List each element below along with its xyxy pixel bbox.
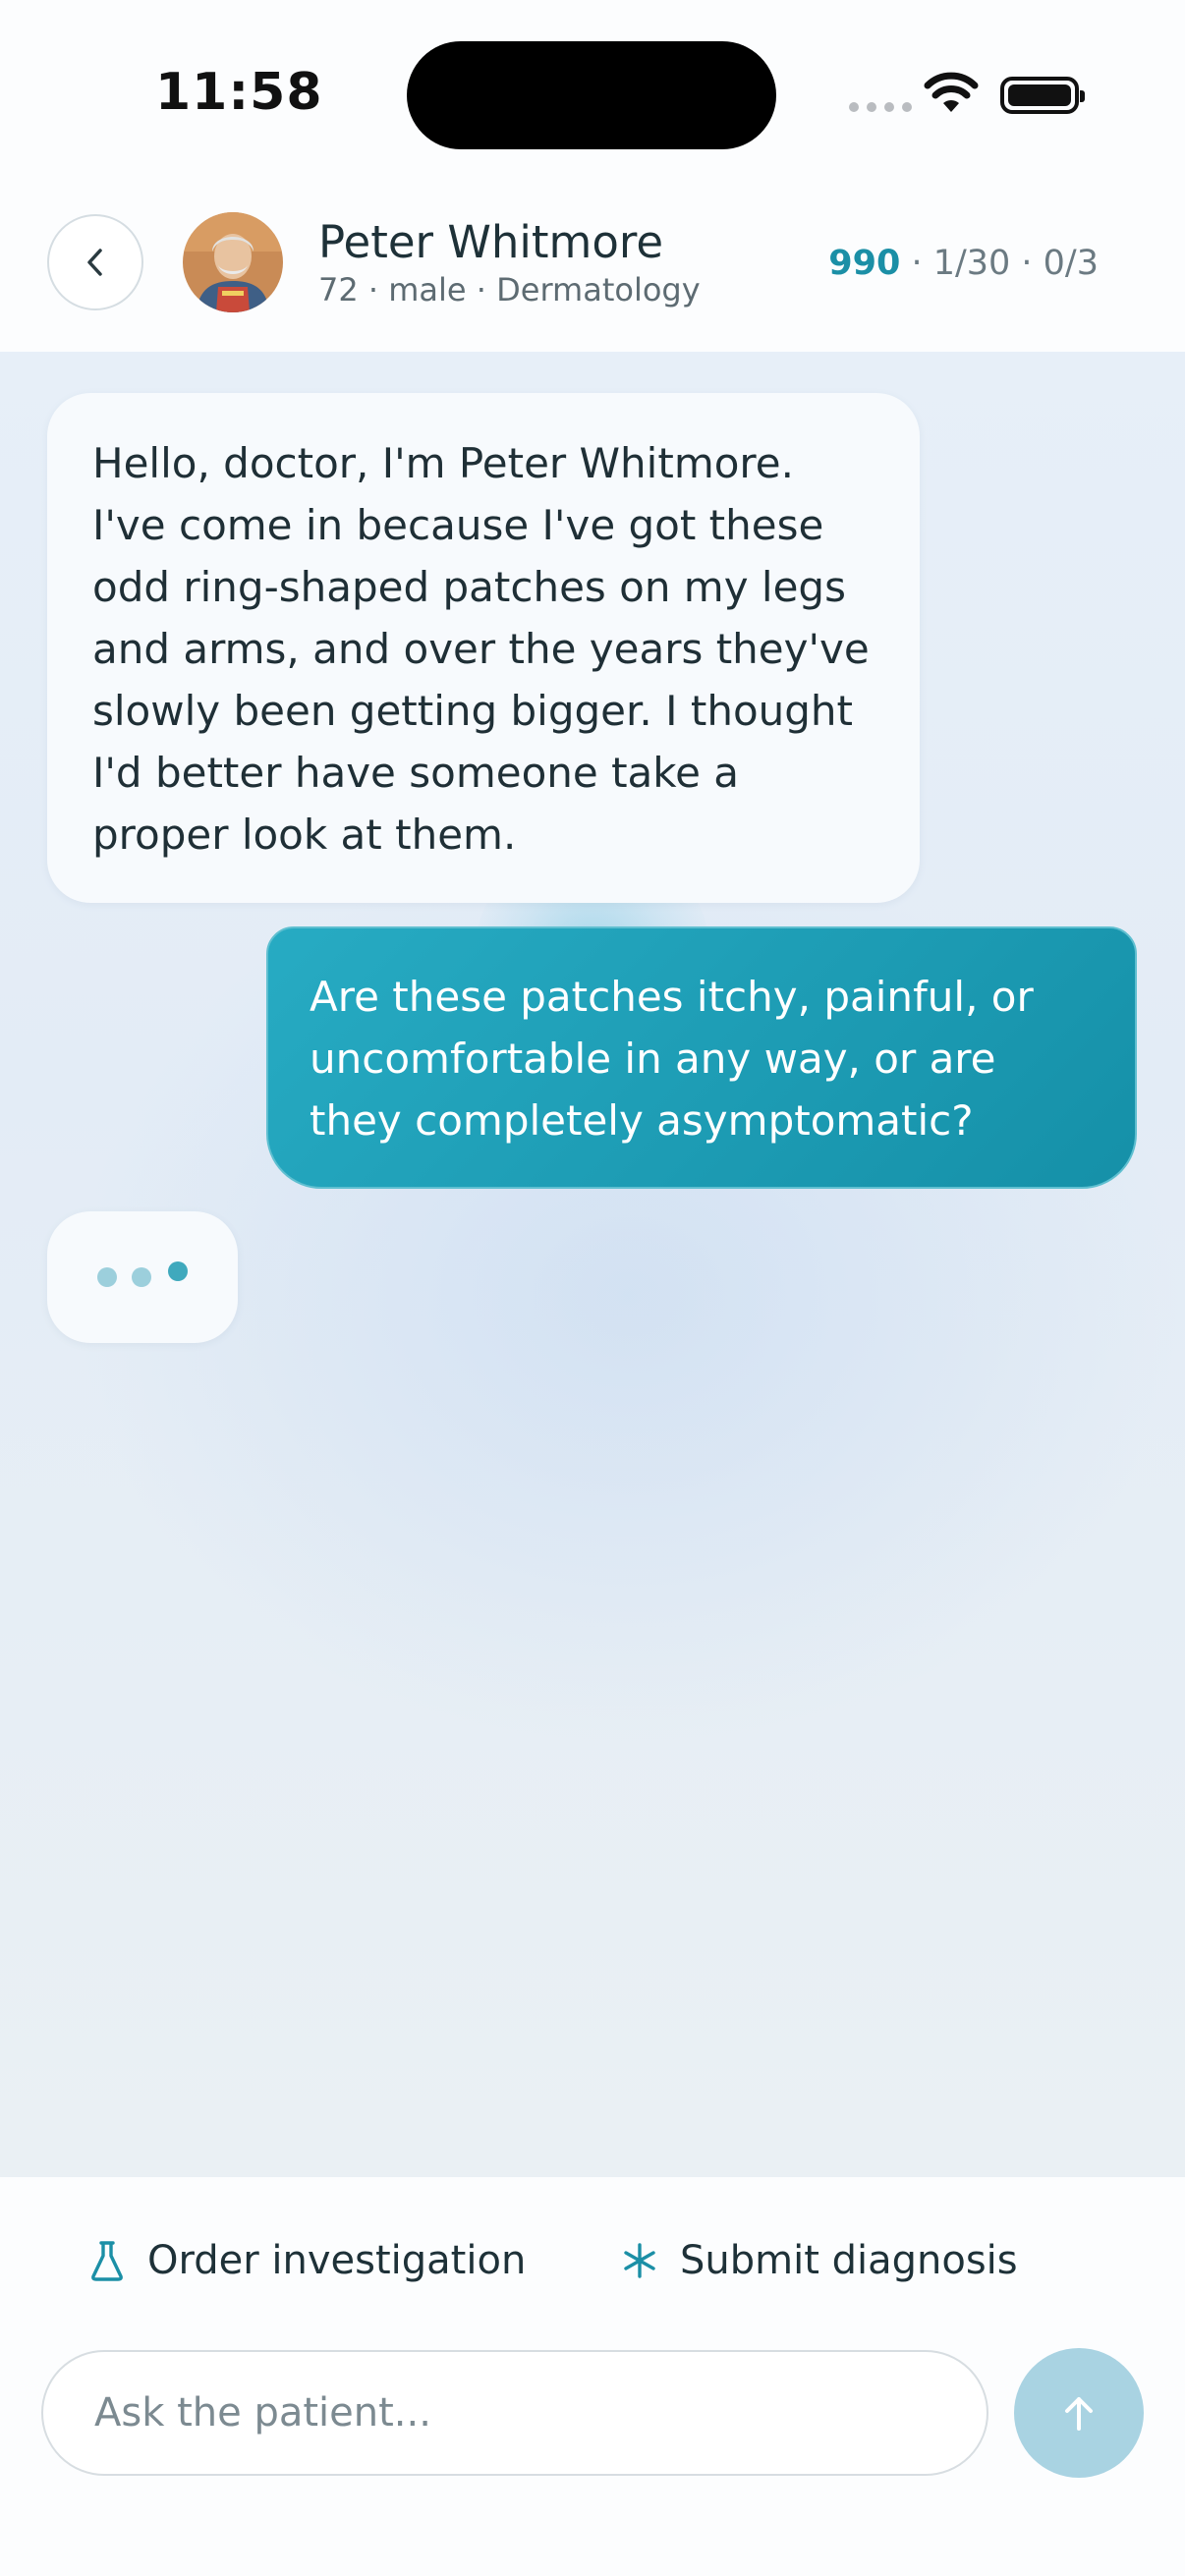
patient-avatar [183, 212, 283, 312]
typing-dot [97, 1267, 117, 1287]
patient-message-bubble: Hello, doctor, I'm Peter Whitmore. I've … [47, 393, 920, 903]
session-stats: 990 · 1/30 · 0/3 [828, 244, 1099, 283]
typing-indicator [47, 1211, 238, 1343]
arrow-up-icon [1065, 2397, 1093, 2431]
cellular-signal-icon [849, 102, 912, 112]
back-button[interactable] [47, 214, 143, 310]
submit-diagnosis-label: Submit diagnosis [680, 2238, 1018, 2283]
battery-icon [1000, 77, 1085, 114]
status-time: 11:58 [155, 63, 323, 122]
flask-icon [91, 2241, 123, 2281]
order-investigation-button[interactable]: Order investigation [88, 2238, 526, 2283]
doctor-message-bubble: Are these patches itchy, painful, or unc… [266, 926, 1137, 1189]
progress-counters: · 1/30 · 0/3 [911, 244, 1099, 283]
patient-name: Peter Whitmore [318, 216, 664, 268]
chevron-left-icon [87, 249, 102, 276]
status-bar: 11:58 [0, 0, 1185, 187]
typing-dot [168, 1261, 188, 1281]
message-text: Are these patches itchy, painful, or unc… [310, 973, 1034, 1145]
submit-diagnosis-button[interactable]: Submit diagnosis [621, 2238, 1018, 2283]
message-text: Hello, doctor, I'm Peter Whitmore. I've … [92, 439, 870, 859]
typing-dot [132, 1267, 151, 1287]
chat-header: Peter Whitmore 72 · male · Dermatology 9… [0, 187, 1185, 352]
send-button[interactable] [1014, 2348, 1144, 2478]
patient-details: 72 · male · Dermatology [318, 271, 701, 308]
score-value: 990 [828, 244, 901, 283]
order-investigation-label: Order investigation [147, 2238, 527, 2283]
message-input[interactable] [41, 2350, 988, 2476]
asterisk-icon [624, 2243, 655, 2278]
composer-panel: Order investigation Submit diagnosis [0, 2177, 1185, 2576]
wifi-icon [924, 72, 979, 112]
dynamic-island [407, 41, 776, 149]
